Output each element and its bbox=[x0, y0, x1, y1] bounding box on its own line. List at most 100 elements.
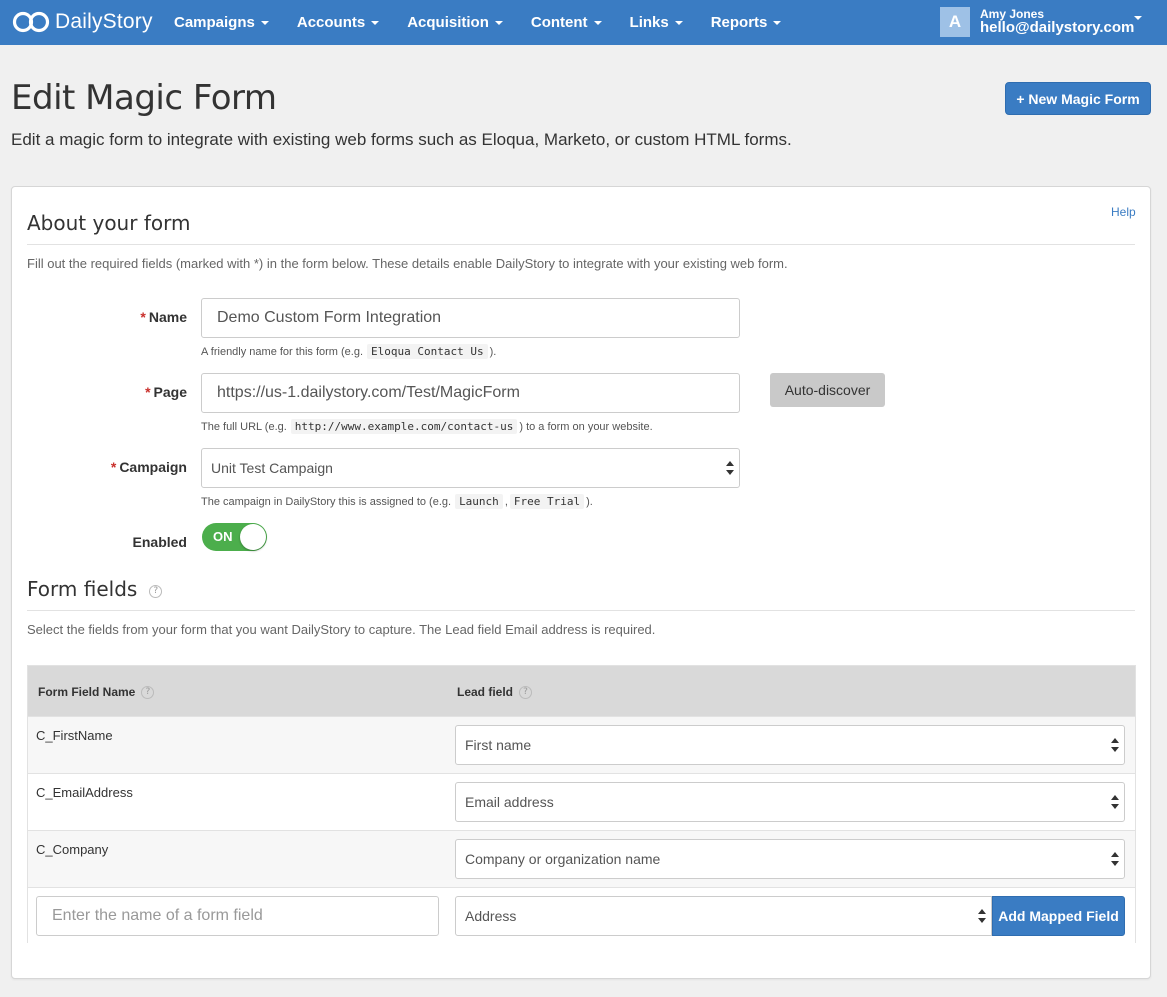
caret-down-icon bbox=[1134, 16, 1142, 20]
hint-text: , bbox=[504, 495, 508, 508]
infinity-logo-icon bbox=[12, 11, 50, 33]
form-field-name: C_Company bbox=[36, 842, 109, 857]
caret-down-icon bbox=[260, 20, 269, 25]
field-mapping-table: Form Field Name? Lead field? C_FirstName… bbox=[27, 665, 1136, 949]
add-mapped-field-button[interactable]: Add Mapped Field bbox=[992, 896, 1125, 936]
label-text: Page bbox=[153, 384, 187, 400]
hint-code: Launch bbox=[455, 494, 503, 509]
hint-text: A friendly name for this form (e.g. bbox=[201, 345, 364, 358]
select-arrows-icon bbox=[1111, 852, 1119, 866]
select-value: Address bbox=[465, 908, 517, 924]
hint-text: The full URL (e.g. bbox=[201, 420, 287, 433]
lead-field-select[interactable]: First name bbox=[455, 725, 1125, 765]
brand-name: DailyStory bbox=[55, 10, 153, 33]
auto-discover-button[interactable]: Auto-discover bbox=[770, 373, 885, 407]
select-value: Unit Test Campaign bbox=[211, 460, 333, 476]
form-field-name-input[interactable]: Enter the name of a form field bbox=[36, 896, 439, 936]
campaign-hint: The campaign in DailyStory this is assig… bbox=[201, 494, 593, 509]
top-navbar: DailyStory Campaigns Accounts Acquisitio… bbox=[0, 0, 1167, 45]
nav-label: Acquisition bbox=[407, 14, 489, 31]
user-menu[interactable]: A Amy Jones hello@dailystory.com bbox=[940, 4, 1142, 40]
nav-campaigns[interactable]: Campaigns bbox=[160, 0, 283, 45]
toggle-state: ON bbox=[213, 529, 233, 544]
select-value: Email address bbox=[465, 794, 554, 810]
table-row: C_Company Company or organization name bbox=[28, 830, 1135, 887]
toggle-knob bbox=[240, 524, 266, 550]
table-row: C_EmailAddress Email address bbox=[28, 773, 1135, 830]
table-row: C_FirstName First name bbox=[28, 716, 1135, 773]
brand-logo[interactable]: DailyStory bbox=[12, 8, 153, 36]
divider bbox=[27, 610, 1135, 611]
select-arrows-icon bbox=[978, 909, 986, 923]
nav-label: Links bbox=[629, 14, 669, 31]
lead-field-select[interactable]: Email address bbox=[455, 782, 1125, 822]
nav-reports[interactable]: Reports bbox=[697, 0, 796, 45]
caret-down-icon bbox=[593, 20, 602, 25]
column-label: Lead field bbox=[457, 685, 514, 699]
lead-field-select[interactable]: Company or organization name bbox=[455, 839, 1125, 879]
avatar: A bbox=[940, 7, 970, 37]
caret-down-icon bbox=[674, 20, 683, 25]
add-field-row: Enter the name of a form field Address A… bbox=[28, 887, 1135, 949]
caret-down-icon bbox=[371, 20, 380, 25]
fields-description: Select the fields from your form that yo… bbox=[27, 622, 656, 637]
select-arrows-icon bbox=[1111, 738, 1119, 752]
hint-text: ). bbox=[489, 345, 497, 358]
name-label: * Name bbox=[12, 309, 187, 325]
page-url-input[interactable]: https://us-1.dailystory.com/Test/MagicFo… bbox=[201, 373, 740, 413]
user-email: hello@dailystory.com bbox=[980, 19, 1135, 37]
campaign-select[interactable]: Unit Test Campaign bbox=[201, 448, 740, 488]
nav-label: Reports bbox=[710, 14, 768, 31]
nav-accounts[interactable]: Accounts bbox=[283, 0, 393, 45]
page-hint: The full URL (e.g. http://www.example.co… bbox=[201, 419, 653, 434]
help-icon[interactable]: ? bbox=[141, 685, 155, 699]
column-form-field-name: Form Field Name? bbox=[38, 685, 155, 699]
hint-text: The campaign in DailyStory this is assig… bbox=[201, 495, 452, 508]
divider bbox=[27, 244, 1135, 245]
select-arrows-icon bbox=[726, 461, 734, 475]
hint-code: Free Trial bbox=[509, 494, 585, 509]
column-label: Form Field Name bbox=[38, 685, 136, 699]
nav-label: Campaigns bbox=[174, 14, 255, 31]
name-input[interactable]: Demo Custom Form Integration bbox=[201, 298, 740, 338]
section-title-text: Form fields bbox=[27, 577, 138, 601]
required-mark: * bbox=[140, 309, 146, 325]
select-arrows-icon bbox=[1111, 795, 1119, 809]
hint-code: http://www.example.com/contact-us bbox=[290, 419, 518, 434]
form-field-name: C_EmailAddress bbox=[36, 785, 133, 800]
new-lead-field-select[interactable]: Address bbox=[455, 896, 992, 936]
nav-acquisition[interactable]: Acquisition bbox=[393, 0, 517, 45]
campaign-label: * Campaign bbox=[12, 459, 187, 475]
help-icon[interactable]: ? bbox=[519, 685, 533, 699]
nav-label: Content bbox=[530, 14, 588, 31]
page-description: Edit a magic form to integrate with exis… bbox=[11, 130, 792, 149]
form-field-name: C_FirstName bbox=[36, 728, 113, 743]
column-lead-field: Lead field? bbox=[457, 685, 533, 699]
select-value: First name bbox=[465, 737, 532, 753]
about-description: Fill out the required fields (marked wit… bbox=[27, 256, 788, 271]
nav-label: Accounts bbox=[296, 14, 366, 31]
enabled-toggle[interactable]: ON bbox=[202, 523, 267, 551]
enabled-label: Enabled bbox=[132, 534, 187, 550]
form-fields-title: Form fields ? bbox=[27, 577, 163, 601]
nav-links[interactable]: Links bbox=[616, 0, 697, 45]
help-link[interactable]: Help bbox=[1111, 205, 1136, 219]
help-icon[interactable]: ? bbox=[149, 584, 163, 598]
hint-text: ). bbox=[586, 495, 593, 508]
table-header: Form Field Name? Lead field? bbox=[28, 666, 1135, 716]
caret-down-icon bbox=[773, 20, 782, 25]
new-magic-form-button[interactable]: + New Magic Form bbox=[1005, 82, 1151, 115]
caret-down-icon bbox=[494, 20, 503, 25]
user-info: Amy Jones hello@dailystory.com bbox=[980, 8, 1134, 36]
page-label: * Page bbox=[12, 384, 187, 400]
form-panel: About your form Help Fill out the requir… bbox=[11, 186, 1151, 979]
select-value: Company or organization name bbox=[465, 851, 661, 867]
label-text: Name bbox=[148, 309, 187, 325]
page-title: Edit Magic Form bbox=[11, 78, 277, 118]
hint-code: Eloqua Contact Us bbox=[367, 344, 488, 359]
required-mark: * bbox=[145, 384, 151, 400]
nav-content[interactable]: Content bbox=[517, 0, 616, 45]
main-nav: Campaigns Accounts Acquisition Content L… bbox=[160, 0, 795, 45]
hint-text: ) to a form on your website. bbox=[519, 420, 653, 433]
name-hint: A friendly name for this form (e.g. Eloq… bbox=[201, 344, 496, 359]
